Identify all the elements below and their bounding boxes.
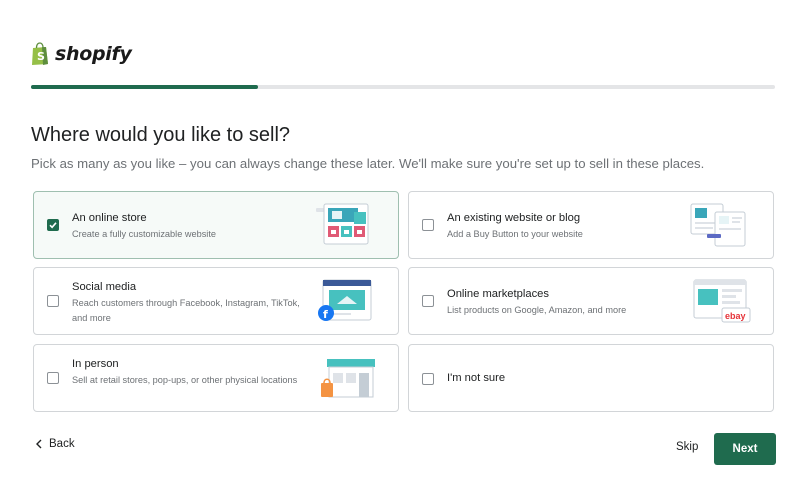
option-title: Online marketplaces (447, 288, 549, 300)
option-title: An existing website or blog (447, 212, 581, 224)
back-label: Back (49, 438, 75, 450)
option-card-not-sure[interactable]: I'm not sure (408, 344, 774, 412)
option-title: Social media (72, 281, 137, 293)
option-description: Reach customers through Facebook, Instag… (72, 298, 300, 323)
skip-button[interactable]: Skip (676, 441, 698, 453)
page-title: Where would you like to sell? (31, 124, 291, 146)
storefront-illustration-icon (321, 359, 375, 398)
online-store-illustration-icon (316, 203, 369, 245)
option-description: Sell at retail stores, pop-ups, or other… (72, 375, 298, 385)
chevron-left-icon (36, 439, 42, 449)
option-description: Create a fully customizable website (72, 229, 217, 239)
progress-bar (31, 85, 775, 89)
option-card-online-marketplaces[interactable]: Online marketplaces List products on Goo… (408, 267, 774, 335)
option-card-online-store[interactable]: An online store Create a fully customiza… (33, 191, 399, 259)
option-checkbox[interactable] (422, 219, 434, 231)
option-checkbox[interactable] (422, 295, 434, 307)
social-media-illustration-icon: f (318, 279, 372, 321)
checkmark-icon (49, 222, 57, 229)
brand-name: shopify (55, 43, 132, 65)
svg-text:S: S (37, 50, 45, 63)
option-checkbox[interactable] (47, 219, 59, 231)
svg-text:f: f (323, 308, 328, 321)
option-card-in-person[interactable]: In person Sell at retail stores, pop-ups… (33, 344, 399, 412)
back-button[interactable]: Back (35, 438, 75, 450)
option-title: An online store (72, 212, 147, 224)
progress-fill (31, 85, 258, 89)
shopify-bag-icon: S (32, 42, 48, 65)
option-card-social-media[interactable]: Social media Reach customers through Fac… (33, 267, 399, 335)
option-title: In person (72, 358, 119, 370)
existing-website-illustration-icon (690, 203, 746, 247)
next-button[interactable]: Next (714, 433, 776, 465)
option-title: I'm not sure (447, 372, 506, 384)
option-description: Add a Buy Button to your website (447, 229, 583, 239)
option-description: List products on Google, Amazon, and mor… (447, 305, 627, 315)
option-checkbox[interactable] (47, 372, 59, 384)
marketplaces-illustration-icon: ebay (693, 279, 751, 323)
shopify-logo: S shopify (30, 42, 132, 66)
option-card-existing-website[interactable]: An existing website or blog Add a Buy Bu… (408, 191, 774, 259)
page-subtitle: Pick as many as you like – you can alway… (31, 156, 705, 171)
option-checkbox[interactable] (47, 295, 59, 307)
ebay-label: ebay (725, 311, 746, 321)
option-checkbox[interactable] (422, 373, 434, 385)
